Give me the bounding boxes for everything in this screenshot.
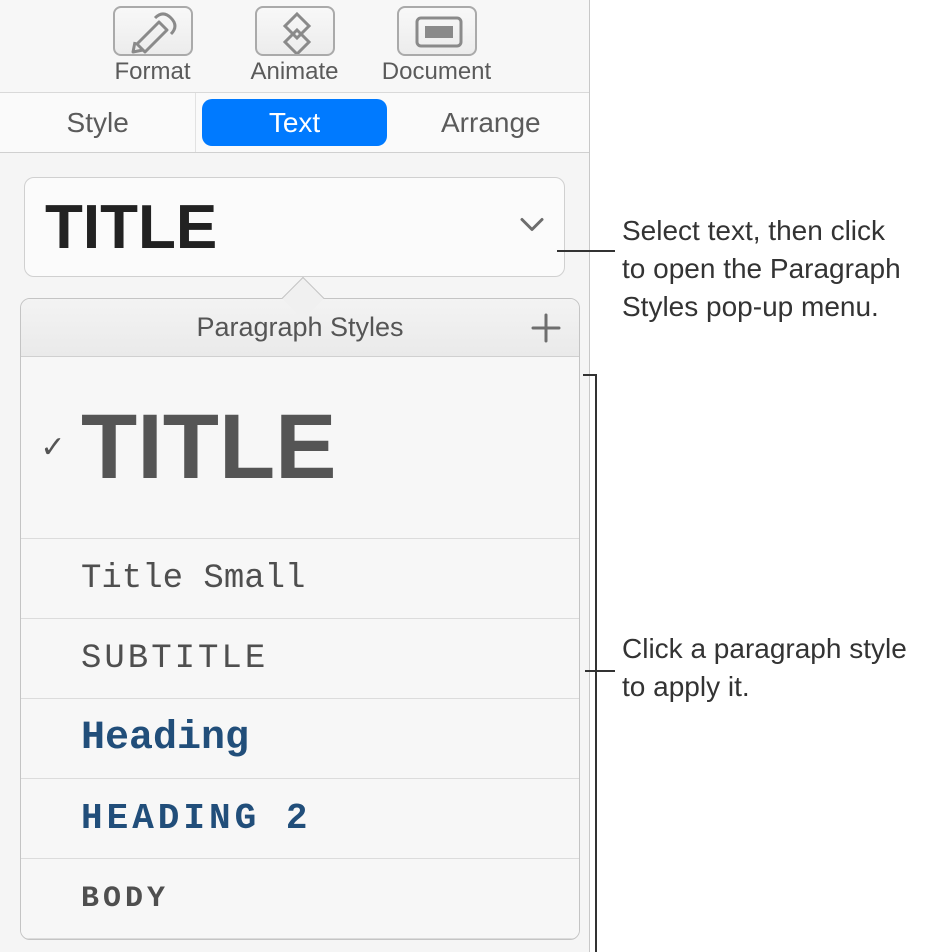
paragraph-style-dropdown[interactable]: TITLE xyxy=(24,177,565,277)
inspector-toolbar: Format Animate Document xyxy=(0,0,589,93)
style-row-title-small[interactable]: Title Small xyxy=(21,539,579,619)
style-row-title[interactable]: ✓ TITLE xyxy=(21,357,579,539)
document-tool[interactable]: Document xyxy=(373,6,501,86)
checkmark-icon: ✓ xyxy=(35,433,71,463)
style-row-label: Heading xyxy=(81,716,559,761)
callout-open-menu: Select text, then click to open the Para… xyxy=(622,212,912,325)
style-row-label: SUBTITLE xyxy=(81,640,559,678)
animate-tool[interactable]: Animate xyxy=(231,6,359,86)
tab-text[interactable]: Text xyxy=(202,99,386,146)
document-icon xyxy=(397,6,477,56)
chevron-down-icon xyxy=(518,211,546,244)
add-style-button[interactable] xyxy=(527,309,565,347)
format-tool[interactable]: Format xyxy=(89,6,217,86)
style-row-body[interactable]: BODY xyxy=(21,859,579,939)
style-row-heading-2[interactable]: HEADING 2 xyxy=(21,779,579,859)
style-row-heading[interactable]: Heading xyxy=(21,699,579,779)
document-tool-label: Document xyxy=(373,58,501,86)
format-tool-label: Format xyxy=(89,58,217,86)
callout-bracket xyxy=(583,374,597,952)
style-row-label: BODY xyxy=(81,882,559,916)
style-row-subtitle[interactable]: SUBTITLE xyxy=(21,619,579,699)
inspector-panel: Format Animate Document xyxy=(0,0,590,952)
paragraph-styles-list: ✓ TITLE Title Small SUBTITLE Heading HEADING … xyxy=(21,357,579,939)
current-style-label: TITLE xyxy=(45,192,217,263)
style-row-label: HEADING 2 xyxy=(81,798,559,839)
paragraph-styles-popover: Paragraph Styles ✓TITLETitle SmallSUBTIT… xyxy=(20,298,580,940)
animate-icon xyxy=(255,6,335,56)
tab-style[interactable]: Style xyxy=(0,93,196,152)
callout-leader xyxy=(557,250,615,252)
animate-tool-label: Animate xyxy=(231,58,359,86)
callout-apply-style: Click a paragraph style to apply it. xyxy=(622,630,912,706)
tab-arrange[interactable]: Arrange xyxy=(393,93,589,152)
callout-leader xyxy=(585,670,615,672)
format-icon xyxy=(113,6,193,56)
style-row-label: Title Small xyxy=(81,560,559,598)
style-row-label: TITLE xyxy=(81,371,559,524)
inspector-tabs: Style Text Arrange xyxy=(0,93,589,153)
